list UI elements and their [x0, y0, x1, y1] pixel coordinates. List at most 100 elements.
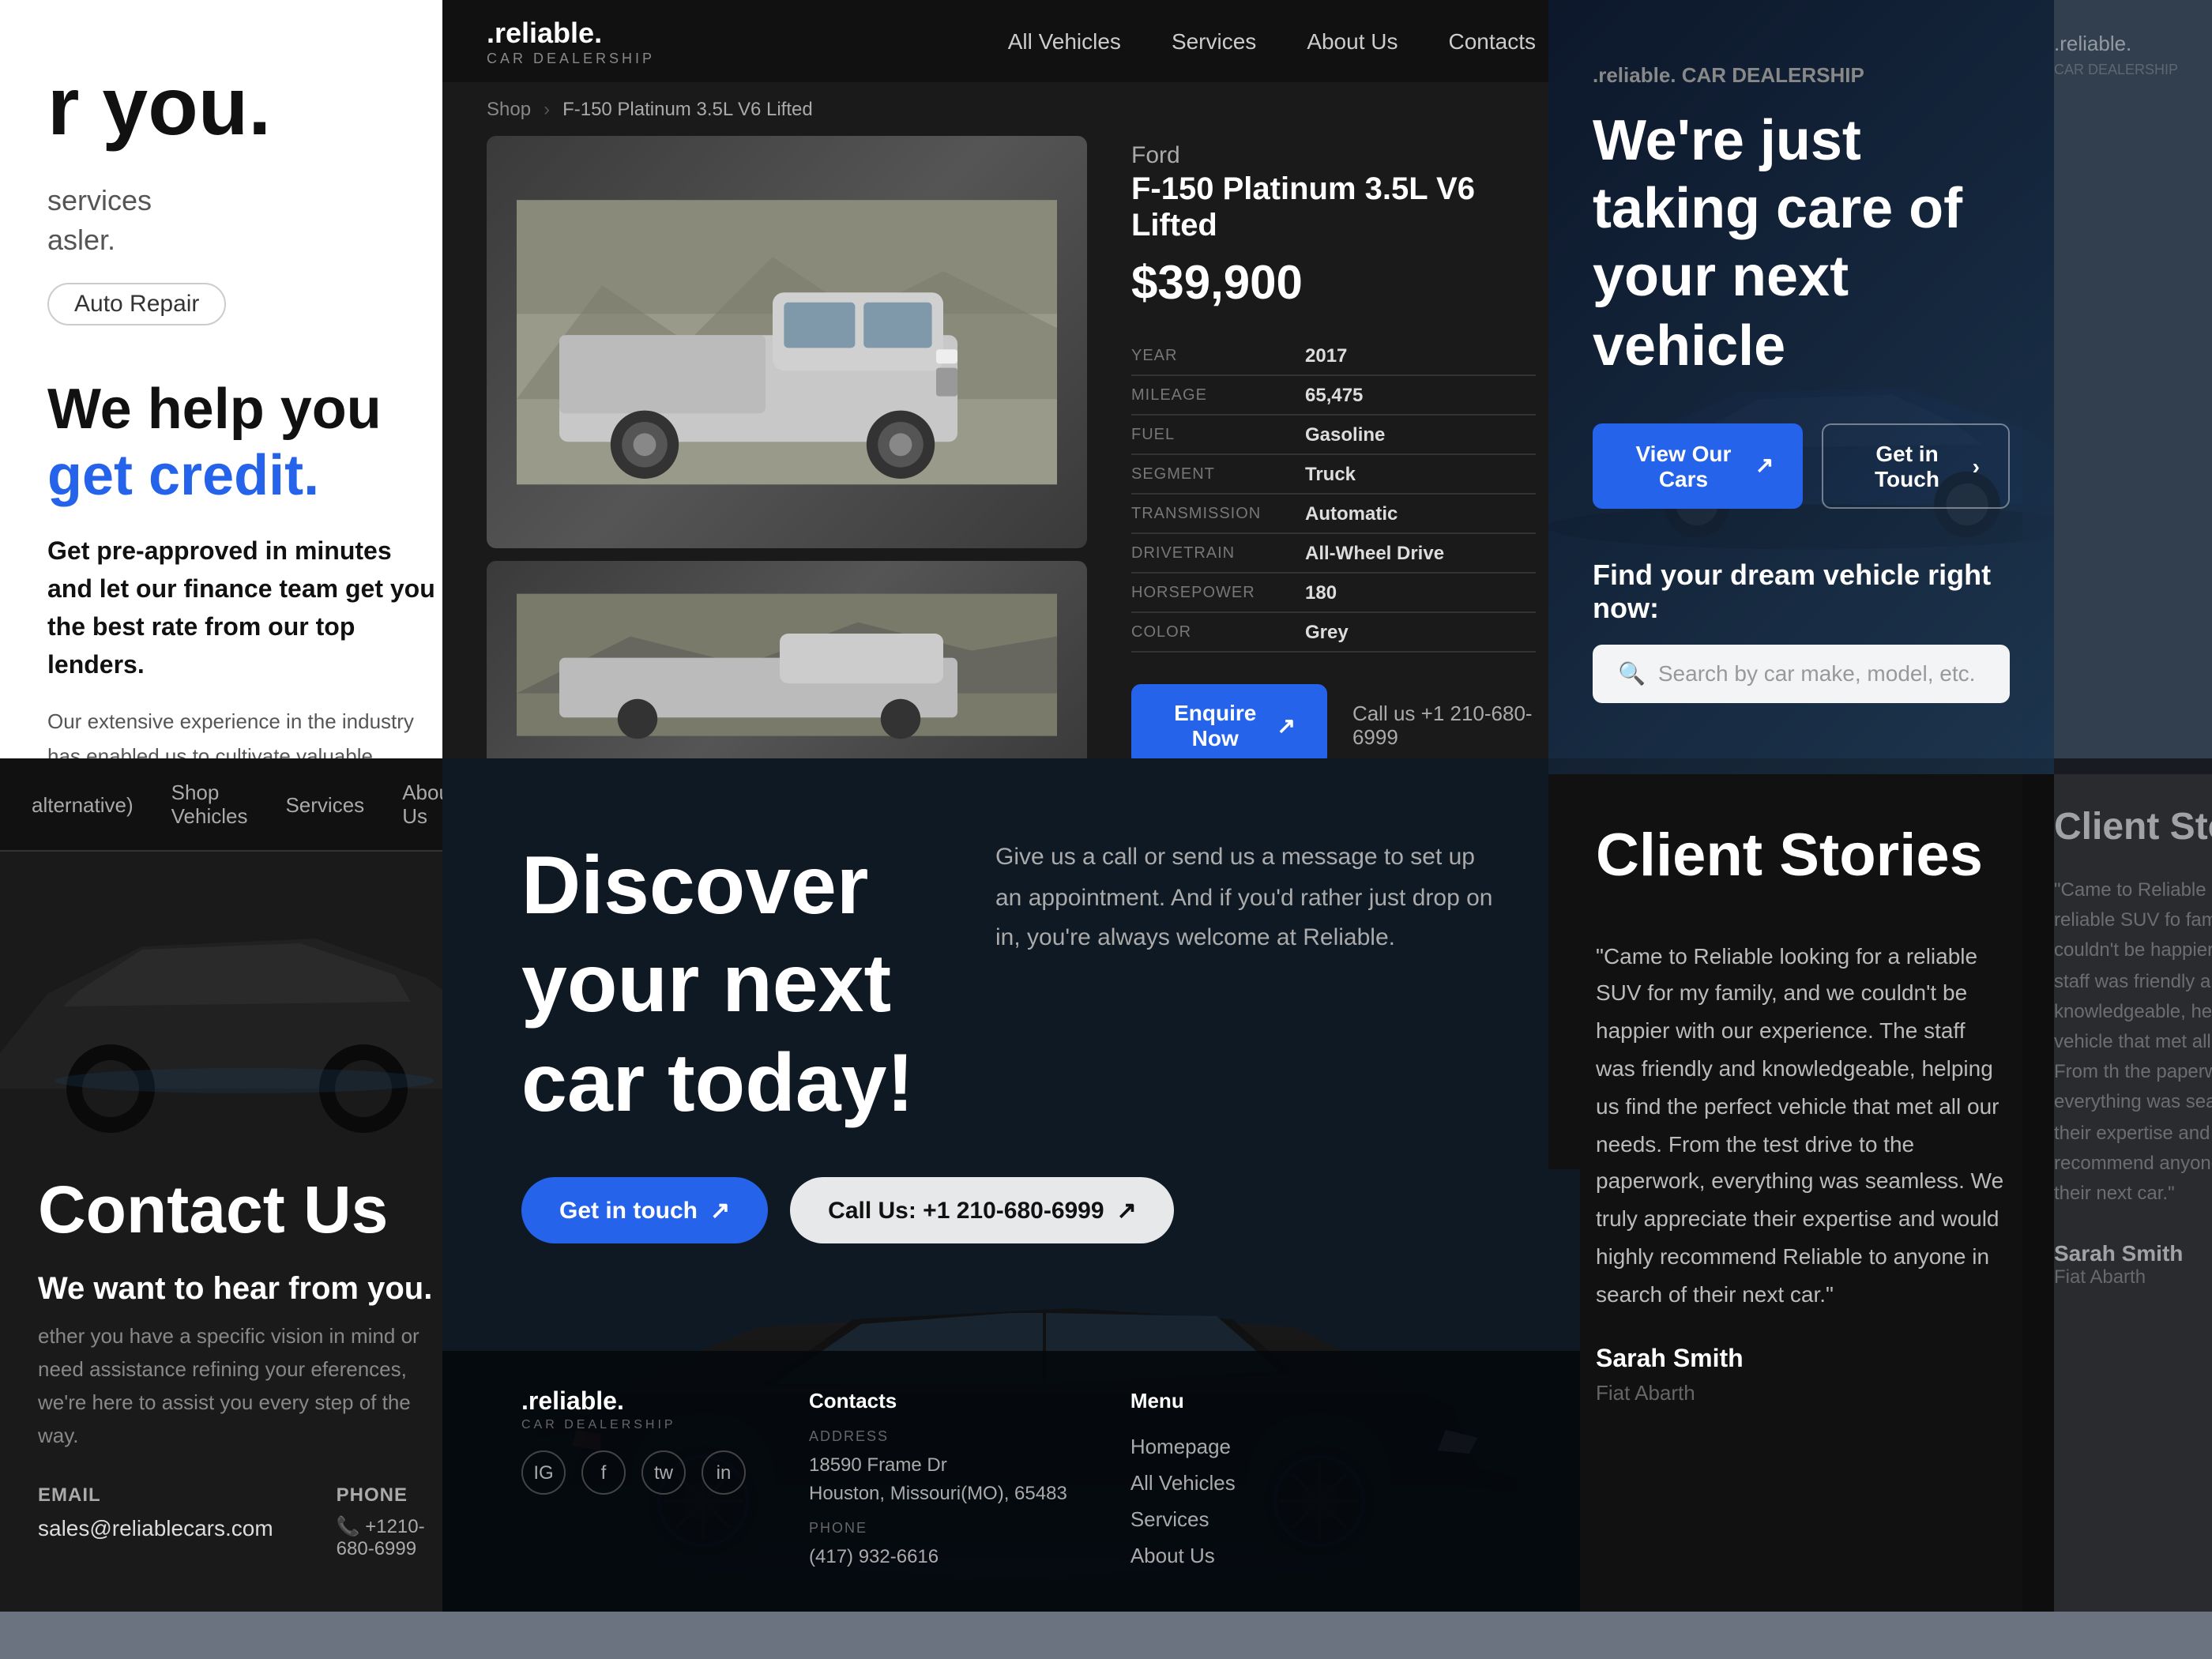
spec-drivetrain-value: All-Wheel Drive — [1305, 533, 1536, 573]
phone-value: +1210-680-6999 — [337, 1516, 425, 1560]
car-images — [487, 136, 1087, 768]
car-image-thumb — [487, 562, 1087, 768]
nav-alt[interactable]: alternative) — [32, 792, 134, 816]
client-name: Sarah Smith — [1596, 1345, 2007, 1374]
facebook-icon[interactable]: f — [581, 1450, 626, 1495]
enquire-button[interactable]: Enquire Now ↗ — [1131, 684, 1327, 766]
nav-services-contact[interactable]: Services — [285, 792, 364, 816]
footer-address-value: 18590 Frame DrHouston, Missouri(MO), 654… — [809, 1450, 1067, 1507]
contact-panel: alternative) Shop Vehicles Services Abou… — [0, 758, 490, 1612]
contact-hero-image — [0, 852, 490, 1136]
client-stories-panel: Client Stories "Came to Reliable looking… — [1548, 758, 2054, 1612]
footer-logo-sub: CAR DEALERSHIP — [521, 1417, 746, 1431]
search-icon: 🔍 — [1618, 660, 1646, 687]
hero-content: .reliable. CAR DEALERSHIP We're just tak… — [1548, 0, 2054, 747]
call-link[interactable]: Call us +1 210-680-6999 — [1352, 702, 1536, 749]
get-in-touch-discover-button[interactable]: Get in touch ↗ — [521, 1177, 768, 1243]
breadcrumb: Shop › F-150 Platinum 3.5L V6 Lifted — [442, 82, 1580, 136]
spec-mileage: MILEAGE 65,475 — [1131, 375, 1536, 415]
car-price: $39,900 — [1131, 258, 1536, 311]
nav-about[interactable]: About Us — [1307, 28, 1398, 54]
phone-icon: 📞 +1210-680-6999 — [337, 1516, 452, 1560]
footer-menu-column: Menu Homepage All Vehicles Services Abou… — [1130, 1389, 1236, 1574]
footer-logo-column: .reliable. CAR DEALERSHIP IG f tw in — [521, 1389, 746, 1495]
footer-contacts-column: Contacts ADDRESS 18590 Frame DrHouston, … — [809, 1389, 1067, 1571]
hero-search-section: Find your dream vehicle right now: 🔍 Sea… — [1593, 559, 2010, 703]
spec-fuel: FUEL Gasoline — [1131, 415, 1536, 454]
hero-search-label: Find your dream vehicle right now: — [1593, 559, 2010, 626]
footer-menu-services[interactable]: Services — [1130, 1501, 1236, 1537]
footer-menu-vehicles[interactable]: All Vehicles — [1130, 1465, 1236, 1501]
nav-all-vehicles[interactable]: All Vehicles — [1008, 28, 1121, 54]
spec-drivetrain: DRIVETRAIN All-Wheel Drive — [1131, 533, 1536, 573]
call-us-discover-button[interactable]: Call Us: +1 210-680-6999 ↗ — [790, 1177, 1175, 1243]
far-right-bottom-content: Client Stories "Came to Reliable looking… — [2022, 758, 2212, 1335]
car-detail-panel: .reliable. CAR DEALERSHIP All Vehicles S… — [442, 0, 1580, 774]
get-in-touch-button[interactable]: Get in Touch › — [1821, 423, 2010, 509]
call-us-discover-label: Call Us: +1 210-680-6999 — [828, 1197, 1104, 1224]
auto-repair-badge: Auto Repair — [47, 283, 226, 325]
footer-menu-about[interactable]: About Us — [1130, 1537, 1236, 1574]
contact-nav: alternative) Shop Vehicles Services Abou… — [0, 758, 490, 852]
linkedin-icon[interactable]: in — [702, 1450, 746, 1495]
contact-car-bg — [0, 852, 490, 1136]
get-in-touch-label: Get in Touch — [1851, 441, 1962, 491]
far-right-client-name: Sarah Smith — [2054, 1240, 2212, 1266]
enquire-label: Enquire Now — [1163, 700, 1267, 750]
client-car: Fiat Abarth — [1596, 1380, 2007, 1404]
hero-partial-text: r you. — [47, 63, 442, 153]
nav-contacts[interactable]: Contacts — [1449, 28, 1537, 54]
nav-shop-vehicles[interactable]: Shop Vehicles — [171, 781, 248, 828]
spec-segment-value: Truck — [1305, 454, 1536, 494]
car-actions: Enquire Now ↗ Call us +1 210-680-6999 — [1131, 684, 1536, 766]
services-text: services — [47, 185, 442, 218]
hero-logo-text: .reliable. CAR DEALERSHIP — [1593, 63, 2010, 87]
nav-services[interactable]: Services — [1172, 28, 1256, 54]
phone-label: Phone — [337, 1484, 452, 1507]
spec-horsepower: HORSEPOWER 180 — [1131, 573, 1536, 612]
spec-segment: SEGMENT Truck — [1131, 454, 1536, 494]
hero-buttons: View Our Cars ↗ Get in Touch › — [1593, 423, 2010, 509]
footer-phone-value: (417) 932-6616 — [809, 1542, 1067, 1571]
car-thumb-photo — [487, 562, 1087, 768]
footer-menu-homepage[interactable]: Homepage — [1130, 1428, 1236, 1465]
car-make: Ford — [1131, 142, 1536, 169]
discover-heading: Discover your next car today! — [521, 837, 1027, 1133]
breadcrumb-separator: › — [544, 98, 550, 120]
discover-content: Discover your next car today! Get in tou… — [442, 758, 1580, 1291]
email-value: sales@reliablecars.com — [38, 1516, 273, 1541]
discover-panel: Give us a call or send us a message to s… — [442, 758, 1580, 1612]
email-label: email — [38, 1484, 273, 1507]
view-cars-button[interactable]: View Our Cars ↗ — [1593, 423, 1802, 509]
nav-links: All Vehicles Services About Us Contacts — [1008, 28, 1536, 54]
nav-bar: .reliable. CAR DEALERSHIP All Vehicles S… — [442, 0, 1580, 82]
footer-logo-text: .reliable. — [521, 1389, 746, 1417]
contact-sub-heading: We want to hear from you. — [0, 1247, 490, 1308]
contact-heading: Contact Us — [0, 1136, 490, 1247]
footer-menu-title: Menu — [1130, 1389, 1236, 1413]
spec-year: YEAR 2017 — [1131, 337, 1536, 375]
car-specs-table: YEAR 2017 MILEAGE 65,475 FUEL Gasoline S… — [1131, 337, 1536, 653]
client-review: "Came to Reliable looking for a reliable… — [1596, 938, 2007, 1314]
footer-contacts-title: Contacts — [809, 1389, 1067, 1413]
far-right-bottom-panel: Client Stories "Came to Reliable looking… — [2022, 758, 2212, 1612]
credit-subtext: Get pre-approved in minutes and let our … — [47, 534, 442, 686]
spec-year-value: 2017 — [1305, 337, 1536, 375]
call-us-discover-arrow-icon: ↗ — [1117, 1196, 1137, 1224]
hero-search-box[interactable]: 🔍 Search by car make, model, etc. — [1593, 645, 2010, 703]
contact-phone-field: Phone 📞 +1210-680-6999 — [337, 1484, 452, 1560]
spec-transmission-label: TRANSMISSION — [1131, 494, 1305, 533]
spec-drivetrain-label: DRIVETRAIN — [1131, 533, 1305, 573]
twitter-icon[interactable]: tw — [641, 1450, 686, 1495]
spec-segment-label: SEGMENT — [1131, 454, 1305, 494]
breadcrumb-current: F-150 Platinum 3.5L V6 Lifted — [562, 98, 813, 120]
nav-logo: .reliable. CAR DEALERSHIP — [487, 17, 655, 66]
spec-horsepower-label: HORSEPOWER — [1131, 573, 1305, 612]
spec-color: COLOR Grey — [1131, 612, 1536, 652]
instagram-icon[interactable]: IG — [521, 1450, 566, 1495]
car-info: Ford F-150 Platinum 3.5L V6 Lifted $39,9… — [1131, 136, 1536, 768]
contact-fields: email sales@reliablecars.com Phone 📞 +12… — [0, 1453, 490, 1560]
breadcrumb-shop[interactable]: Shop — [487, 98, 531, 120]
footer-address-label: ADDRESS — [809, 1428, 1067, 1444]
footer: .reliable. CAR DEALERSHIP IG f tw in Con… — [442, 1351, 1580, 1612]
